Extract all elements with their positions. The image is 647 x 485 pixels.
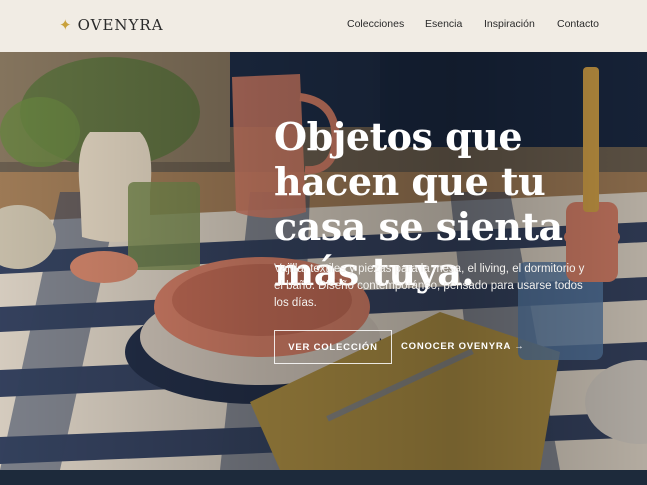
brand-name: OVENYRA <box>77 16 164 34</box>
hero-lead-text: Vajilla, textiles y piezas para la mesa,… <box>274 263 585 309</box>
brand-logo[interactable]: ✦ OVENYRA <box>59 16 164 34</box>
next-section-edge <box>0 470 647 485</box>
site-header: ✦ OVENYRA Colecciones Esencia Inspiració… <box>0 0 647 52</box>
nav-esencia[interactable]: Esencia <box>425 18 462 30</box>
ver-coleccion-button[interactable]: VER COLECCIÓN <box>274 330 392 364</box>
sparkle-icon: ✦ <box>59 16 72 34</box>
nav-colecciones[interactable]: Colecciones <box>347 18 404 30</box>
conocer-ovenyra-link[interactable]: CONOCER OVENYRA → <box>401 341 525 352</box>
nav-inspiracion[interactable]: Inspiración <box>484 18 535 30</box>
nav-contacto[interactable]: Contacto <box>557 18 599 30</box>
